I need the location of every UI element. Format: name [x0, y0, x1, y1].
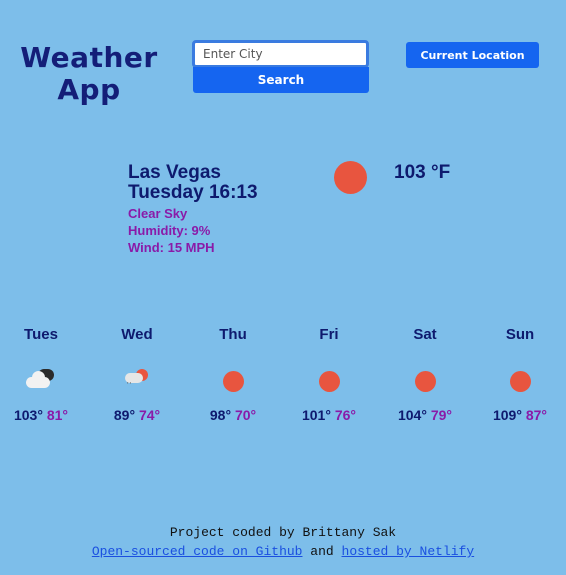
- forecast-day: Wed '' 89° 74°: [89, 326, 185, 423]
- forecast-low: 70°: [234, 407, 257, 423]
- forecast-low: 87°: [525, 407, 548, 423]
- sun-icon: [218, 369, 248, 393]
- forecast-day: Sat 104° 79°: [377, 326, 473, 423]
- forecast-high: 103°: [13, 407, 43, 423]
- sun-icon: [334, 161, 367, 194]
- github-link[interactable]: Open-sourced code on Github: [92, 544, 303, 559]
- forecast-low: 76°: [334, 407, 357, 423]
- search-button[interactable]: Search: [193, 67, 369, 93]
- footer-and: and: [310, 544, 334, 559]
- forecast-high: 89°: [113, 407, 136, 423]
- forecast-temps: 103° 81°: [0, 407, 89, 423]
- current-datetime: Tuesday 16:13: [128, 182, 258, 203]
- forecast-low: 79°: [430, 407, 453, 423]
- netlify-link[interactable]: hosted by Netlify: [342, 544, 475, 559]
- city-name: Las Vegas: [128, 162, 221, 183]
- forecast-low: 81°: [46, 407, 69, 423]
- forecast-temps: 101° 76°: [281, 407, 377, 423]
- current-location-button[interactable]: Current Location: [406, 42, 539, 68]
- forecast-temps: 104° 79°: [377, 407, 473, 423]
- sun-icon: [505, 369, 535, 393]
- forecast-day-name: Wed: [121, 326, 153, 343]
- forecast-day-name: Tues: [24, 326, 58, 343]
- rain-icon: '': [122, 369, 152, 393]
- forecast-day-name: Fri: [319, 326, 339, 343]
- forecast-day: Sun 109° 87°: [472, 326, 566, 423]
- current-temperature: 103 °F: [394, 162, 451, 183]
- sun-icon: [410, 369, 440, 393]
- forecast-high: 109°: [492, 407, 522, 423]
- forecast-high: 101°: [301, 407, 331, 423]
- footer-credit: Project coded by Brittany Sak: [169, 525, 397, 540]
- forecast-temps: 98° 70°: [185, 407, 281, 423]
- forecast-day-name: Sat: [413, 326, 437, 343]
- cloudy-icon: [26, 369, 56, 393]
- city-search-input[interactable]: [192, 40, 369, 68]
- forecast-temps: 89° 74°: [89, 407, 185, 423]
- forecast-high: 98°: [209, 407, 232, 423]
- forecast-day: Tues 103° 81°: [0, 326, 89, 423]
- sun-icon: [314, 369, 344, 393]
- forecast-day-name: Sun: [505, 326, 535, 343]
- app-title: Weather App: [20, 41, 158, 106]
- forecast-day-name: Thu: [219, 326, 247, 343]
- humidity: Humidity: 9%: [128, 223, 211, 238]
- footer-links: Open-sourced code on Github and hosted b…: [0, 542, 566, 561]
- footer: Project coded by Brittany Sak Open-sourc…: [0, 523, 566, 561]
- forecast-day: Fri 101° 76°: [281, 326, 377, 423]
- forecast-temps: 109° 87°: [472, 407, 566, 423]
- forecast-high: 104°: [397, 407, 427, 423]
- forecast-low: 74°: [138, 407, 161, 423]
- wind: Wind: 15 MPH: [128, 240, 215, 255]
- weather-description: Clear Sky: [128, 206, 188, 221]
- forecast-day: Thu 98° 70°: [185, 326, 281, 423]
